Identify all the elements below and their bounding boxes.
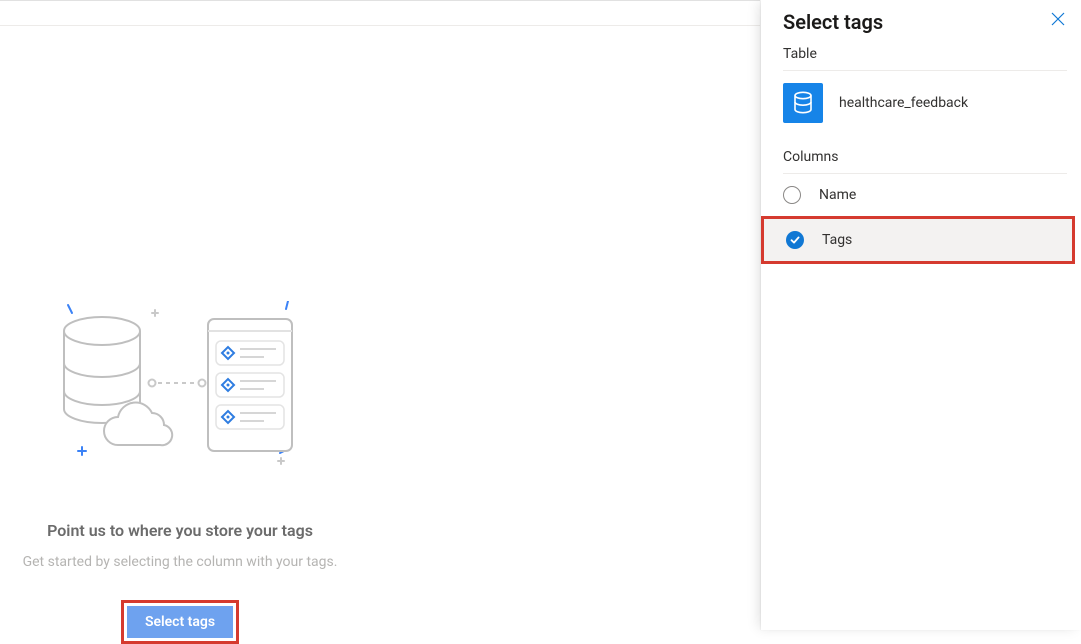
panel-title: Select tags (783, 10, 883, 34)
columns-section-label: Columns (761, 143, 1081, 173)
table-section-label: Table (761, 40, 1081, 70)
select-tags-panel: Select tags Table healthcare_feedback Co… (761, 0, 1081, 630)
column-option-tags[interactable]: Tags (764, 219, 1072, 261)
radio-off-icon (783, 186, 801, 204)
column-option-name[interactable]: Name (761, 174, 1081, 216)
top-divider (0, 25, 760, 26)
main-content: Point us to where you store your tags Ge… (0, 0, 760, 630)
database-icon (783, 83, 823, 123)
select-tags-button-highlight: Select tags (121, 600, 239, 644)
table-row[interactable]: healthcare_feedback (761, 71, 1081, 135)
column-label: Name (819, 187, 856, 203)
empty-state-subtitle: Get started by selecting the column with… (0, 554, 360, 570)
empty-state: Point us to where you store your tags Ge… (0, 311, 360, 644)
radio-on-icon (786, 231, 804, 249)
column-option-tags-highlight: Tags (761, 216, 1075, 264)
table-name: healthcare_feedback (839, 95, 968, 111)
column-label: Tags (822, 232, 852, 248)
close-icon[interactable] (1049, 10, 1067, 31)
empty-state-title: Point us to where you store your tags (0, 521, 360, 540)
select-tags-button[interactable]: Select tags (127, 606, 233, 638)
